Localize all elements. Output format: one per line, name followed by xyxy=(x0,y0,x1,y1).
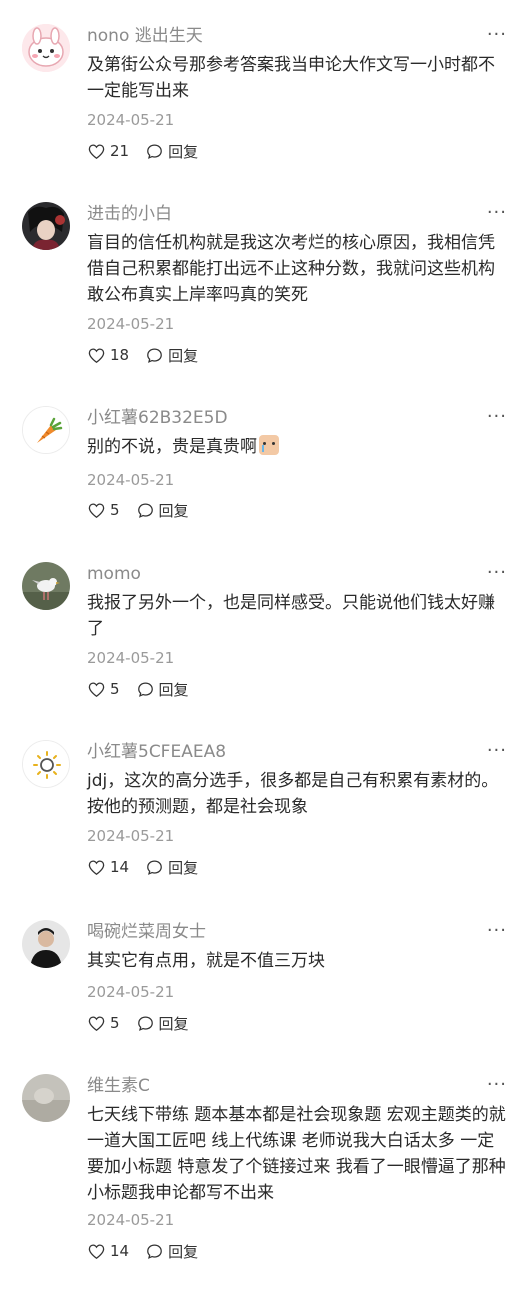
reply-button[interactable]: 回复 xyxy=(145,345,198,366)
comment-username[interactable]: 小红薯5CFEAEA8 xyxy=(87,740,226,764)
like-button[interactable]: 5 xyxy=(87,680,120,699)
person-icon xyxy=(22,920,70,968)
like-count: 18 xyxy=(110,346,130,364)
pink-bunny-icon xyxy=(22,24,70,72)
comment-actions: 18 回复 xyxy=(87,344,198,366)
like-count: 5 xyxy=(110,1014,120,1032)
comment-username[interactable]: momo xyxy=(87,562,141,586)
comment-text: 七天线下带练 题本基本都是社会现象题 宏观主题类的就一道大国工匠吧 线上代练课 … xyxy=(87,1105,506,1203)
avatar[interactable] xyxy=(22,406,70,454)
gray-photo-icon xyxy=(22,1074,70,1122)
reply-button[interactable]: 回复 xyxy=(145,141,198,162)
more-options-icon[interactable]: ··· xyxy=(487,740,507,762)
comment-username[interactable]: 维生素C xyxy=(87,1074,150,1098)
comment-text-content: 别的不说，贵是真贵啊 xyxy=(87,437,257,457)
anime-character-icon xyxy=(22,202,70,250)
comment-bubble-icon xyxy=(147,348,162,363)
more-options-icon[interactable]: ··· xyxy=(487,406,507,428)
avatar[interactable] xyxy=(22,740,70,788)
comment-username[interactable]: 喝碗烂菜周女士 xyxy=(87,920,206,944)
comment-bubble-icon xyxy=(137,503,153,518)
reply-button[interactable]: 回复 xyxy=(136,500,189,521)
like-button[interactable]: 14 xyxy=(87,1242,129,1261)
reply-label: 回复 xyxy=(158,501,189,520)
heart-icon xyxy=(88,860,105,875)
like-button[interactable]: 18 xyxy=(87,346,129,365)
comment-username[interactable]: 进击的小白 xyxy=(87,202,172,226)
comment-date: 2024-05-21 xyxy=(87,827,175,845)
reply-label: 回复 xyxy=(168,858,199,877)
heart-icon xyxy=(88,1244,105,1259)
more-options-icon[interactable]: ··· xyxy=(487,562,507,584)
comment-username[interactable]: nono 逃出生天 xyxy=(87,24,203,48)
like-button[interactable]: 5 xyxy=(87,1014,120,1033)
comment-text: 及第街公众号那参考答案我当申论大作文写一小时都不一定能写出来 xyxy=(87,55,495,101)
comment-bubble-icon xyxy=(147,860,162,875)
like-button[interactable]: 21 xyxy=(87,142,129,161)
like-count: 5 xyxy=(110,501,120,519)
heart-icon xyxy=(88,503,105,518)
heart-icon xyxy=(88,1016,105,1031)
heart-icon xyxy=(88,682,105,697)
comment-actions: 21 回复 xyxy=(87,140,198,162)
reply-label: 回复 xyxy=(158,680,189,699)
more-options-icon[interactable]: ··· xyxy=(487,920,507,942)
avatar[interactable] xyxy=(22,920,70,968)
comment-actions: 5 回复 xyxy=(87,1012,189,1034)
avatar[interactable] xyxy=(22,24,70,72)
reply-label: 回复 xyxy=(168,142,199,161)
like-count: 14 xyxy=(110,858,130,876)
sun-icon xyxy=(23,741,69,787)
reply-button[interactable]: 回复 xyxy=(136,1013,189,1034)
reply-label: 回复 xyxy=(158,1014,189,1033)
comment-date: 2024-05-21 xyxy=(87,649,175,667)
like-button[interactable]: 14 xyxy=(87,858,129,877)
comment-username[interactable]: 小红薯62B32E5D xyxy=(87,406,228,430)
crying-emoji-icon xyxy=(259,435,279,455)
comment-text: 我报了另外一个，也是同样感受。只能说他们钱太好赚了 xyxy=(87,593,495,639)
comment-date: 2024-05-21 xyxy=(87,471,175,489)
heart-icon xyxy=(88,348,105,363)
comment-bubble-icon xyxy=(147,1244,162,1259)
heart-icon xyxy=(88,144,105,159)
comment-text: 别的不说，贵是真贵啊 xyxy=(87,434,507,460)
comment-actions: 5 回复 xyxy=(87,678,189,700)
more-options-icon[interactable]: ··· xyxy=(487,202,507,224)
comment-actions: 5 回复 xyxy=(87,499,189,521)
like-count: 14 xyxy=(110,1242,130,1260)
like-count: 5 xyxy=(110,680,120,698)
comment-date: 2024-05-21 xyxy=(87,315,175,333)
avatar[interactable] xyxy=(22,202,70,250)
comment-date: 2024-05-21 xyxy=(87,111,175,129)
avatar[interactable] xyxy=(22,562,70,610)
more-options-icon[interactable]: ··· xyxy=(487,1074,507,1096)
reply-button[interactable]: 回复 xyxy=(136,679,189,700)
comment-date: 2024-05-21 xyxy=(87,983,175,1001)
reply-label: 回复 xyxy=(168,1242,199,1261)
seagull-icon xyxy=(22,562,70,610)
more-options-icon[interactable]: ··· xyxy=(487,24,507,46)
reply-button[interactable]: 回复 xyxy=(145,1241,198,1262)
carrot-icon xyxy=(23,407,69,453)
comment-date: 2024-05-21 xyxy=(87,1211,175,1229)
comment-bubble-icon xyxy=(137,1016,153,1031)
comment-actions: 14 回复 xyxy=(87,856,198,878)
comment-bubble-icon xyxy=(137,682,153,697)
like-button[interactable]: 5 xyxy=(87,501,120,520)
comment-actions: 14 回复 xyxy=(87,1240,198,1262)
comment-text: 盲目的信任机构就是我这次考烂的核心原因，我相信凭借自己积累都能打出远不止这种分数… xyxy=(87,233,495,305)
reply-button[interactable]: 回复 xyxy=(145,857,198,878)
comment-text: 其实它有点用，就是不值三万块 xyxy=(87,951,325,971)
like-count: 21 xyxy=(110,142,130,160)
comment-bubble-icon xyxy=(147,144,162,159)
comment-text: jdj，这次的高分选手，很多都是自己有积累有素材的。按他的预测题，都是社会现象 xyxy=(87,771,499,817)
avatar[interactable] xyxy=(22,1074,70,1122)
reply-label: 回复 xyxy=(168,346,199,365)
